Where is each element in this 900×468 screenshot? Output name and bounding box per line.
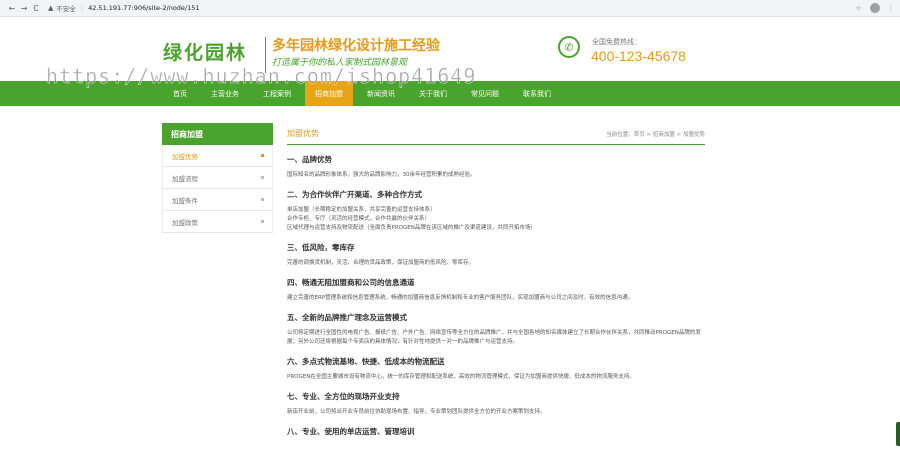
sidebar-item-process[interactable]: 加盟流程 [162, 167, 273, 189]
section-title: 一、品牌优势 [287, 155, 332, 164]
nav-item-about[interactable]: 关于我们 [409, 81, 457, 106]
nav-item-home[interactable]: 首页 [163, 81, 197, 106]
back-button[interactable]: ← [6, 4, 18, 13]
section-text: 完善的调换货机制，灵活、合理的货品政策，保证加盟商的低风险、零库存。 [287, 260, 475, 266]
phone-label: 全国免费热线： [592, 38, 641, 46]
section-text: 建立完善的ERP管理系统和信息管理系统，畅通的加盟商信息反馈机制和专业的客户服务… [287, 295, 634, 301]
square-bullet-icon [261, 154, 264, 157]
nav-item-business[interactable]: 主营业务 [201, 81, 249, 106]
sidebar-item-label: 加盟条件 [172, 196, 198, 205]
logo-divider [265, 37, 266, 73]
insecure-label[interactable]: 不安全 [56, 3, 76, 13]
floating-side-tab[interactable] [896, 422, 900, 446]
section-text: PROGEN在全国主要城市设有物流中心，统一的库存管理和配送系统，高效的物流管理… [287, 374, 635, 380]
sidebar: 招商加盟 加盟优势 加盟流程 加盟条件 加盟政策 [162, 123, 273, 233]
main-panel: 加盟优势 当前位置：首页 > 招商加盟 > 加盟优势 一、品牌优势 国际知名的品… [287, 123, 705, 437]
reload-button[interactable]: C [30, 4, 42, 13]
square-bullet-icon [261, 176, 264, 179]
sidebar-item-conditions[interactable]: 加盟条件 [162, 189, 273, 211]
page-content: 招商加盟 加盟优势 加盟流程 加盟条件 加盟政策 加盟优势 当前位置：首页 > … [0, 106, 900, 468]
section-title: 四、畅通无阻加盟商和公司的信息通道 [287, 278, 415, 287]
section-line: 区域代理与运营支持及物流配送（全面负责PROGEN品牌在该区域的推广及渠道建设，… [287, 225, 536, 231]
main-header: 加盟优势 当前位置：首页 > 招商加盟 > 加盟优势 [287, 123, 705, 145]
star-icon[interactable]: ☆ [856, 4, 862, 12]
phone-icon: ✆ [558, 36, 580, 58]
square-bullet-icon [261, 220, 264, 223]
breadcrumb[interactable]: 当前位置：首页 > 招商加盟 > 加盟优势 [606, 130, 705, 138]
nav-item-news[interactable]: 新闻资讯 [357, 81, 405, 106]
slogan-sub: 打造属于你的私人家制式园林景观 [272, 58, 408, 68]
nav-item-contact[interactable]: 联系我们 [513, 81, 561, 106]
slogan-main: 多年园林绿化设计施工经验 [272, 38, 440, 54]
section-line: 合作专柜、专厅（灵活的经营模式，合作共赢的伙伴关系） [287, 216, 431, 222]
site-logo[interactable]: 绿化园林 [163, 38, 247, 65]
nav-item-cases[interactable]: 工程案例 [253, 81, 301, 106]
nav-item-franchise[interactable]: 招商加盟 [305, 81, 353, 106]
page-title: 加盟优势 [287, 129, 319, 138]
forward-button[interactable]: → [18, 4, 30, 13]
menu-icon[interactable]: ⋮ [888, 4, 895, 12]
phone-number: 400-123-45678 [591, 48, 686, 64]
section-text: 公司将定期进行全国性的电视广告、报纸广告、户外广告、网络宣传等全方位的品牌推广，… [287, 330, 701, 345]
section-title: 六、多点式物流基地、快捷、低成本的物流配送 [287, 357, 445, 366]
warning-icon[interactable]: ▲ [48, 4, 53, 12]
section-title: 二、为合作伙伴广开渠道、多种合作方式 [287, 190, 422, 199]
square-bullet-icon [261, 198, 264, 201]
sidebar-item-label: 加盟优势 [172, 152, 198, 161]
article-body: 一、品牌优势 国际知名的品牌形象体系，强大的品牌影响力，30余年经营积累的成熟经… [287, 145, 705, 437]
nav-item-faq[interactable]: 常见问题 [461, 81, 509, 106]
section-text: 国际知名的品牌形象体系，强大的品牌影响力，30余年经营积累的成熟经验。 [287, 172, 476, 178]
site-header: 绿化园林 多年园林绿化设计施工经验 打造属于你的私人家制式园林景观 ✆ 全国免费… [0, 17, 900, 88]
section-title: 五、全新的品牌推广理念及运营模式 [287, 313, 407, 322]
address-bar[interactable]: 42.51.191.77:906/site-2/node/151 [88, 4, 199, 12]
section-text: 新店开业前，公司将派开业专员前往协助现场布置、指导，专业策划团队提供全方位的开业… [287, 409, 546, 415]
sidebar-title: 招商加盟 [162, 123, 273, 145]
section-line: 单店加盟（长期稳定的加盟关系，共享完善的运营支持体系） [287, 207, 436, 213]
section-title: 七、专业、全方位的现场开业支持 [287, 392, 400, 401]
url-separator: | [80, 4, 84, 12]
sidebar-item-label: 加盟政策 [172, 218, 198, 227]
browser-toolbar: ← → C ▲ 不安全 | 42.51.191.77:906/site-2/no… [0, 0, 900, 17]
main-nav: 首页 主营业务 工程案例 招商加盟 新闻资讯 关于我们 常见问题 联系我们 [0, 81, 900, 106]
profile-avatar[interactable] [869, 3, 880, 13]
sidebar-item-advantages[interactable]: 加盟优势 [162, 145, 273, 167]
section-title: 八、专业、使用的单店运营、管理培训 [287, 427, 415, 436]
section-title: 三、低风险，零库存 [287, 243, 355, 252]
sidebar-item-label: 加盟流程 [172, 174, 198, 183]
sidebar-item-policy[interactable]: 加盟政策 [162, 211, 273, 233]
section-text: 单店加盟（长期稳定的加盟关系，共享完善的运营支持体系） 合作专柜、专厅（灵活的经… [287, 206, 705, 233]
